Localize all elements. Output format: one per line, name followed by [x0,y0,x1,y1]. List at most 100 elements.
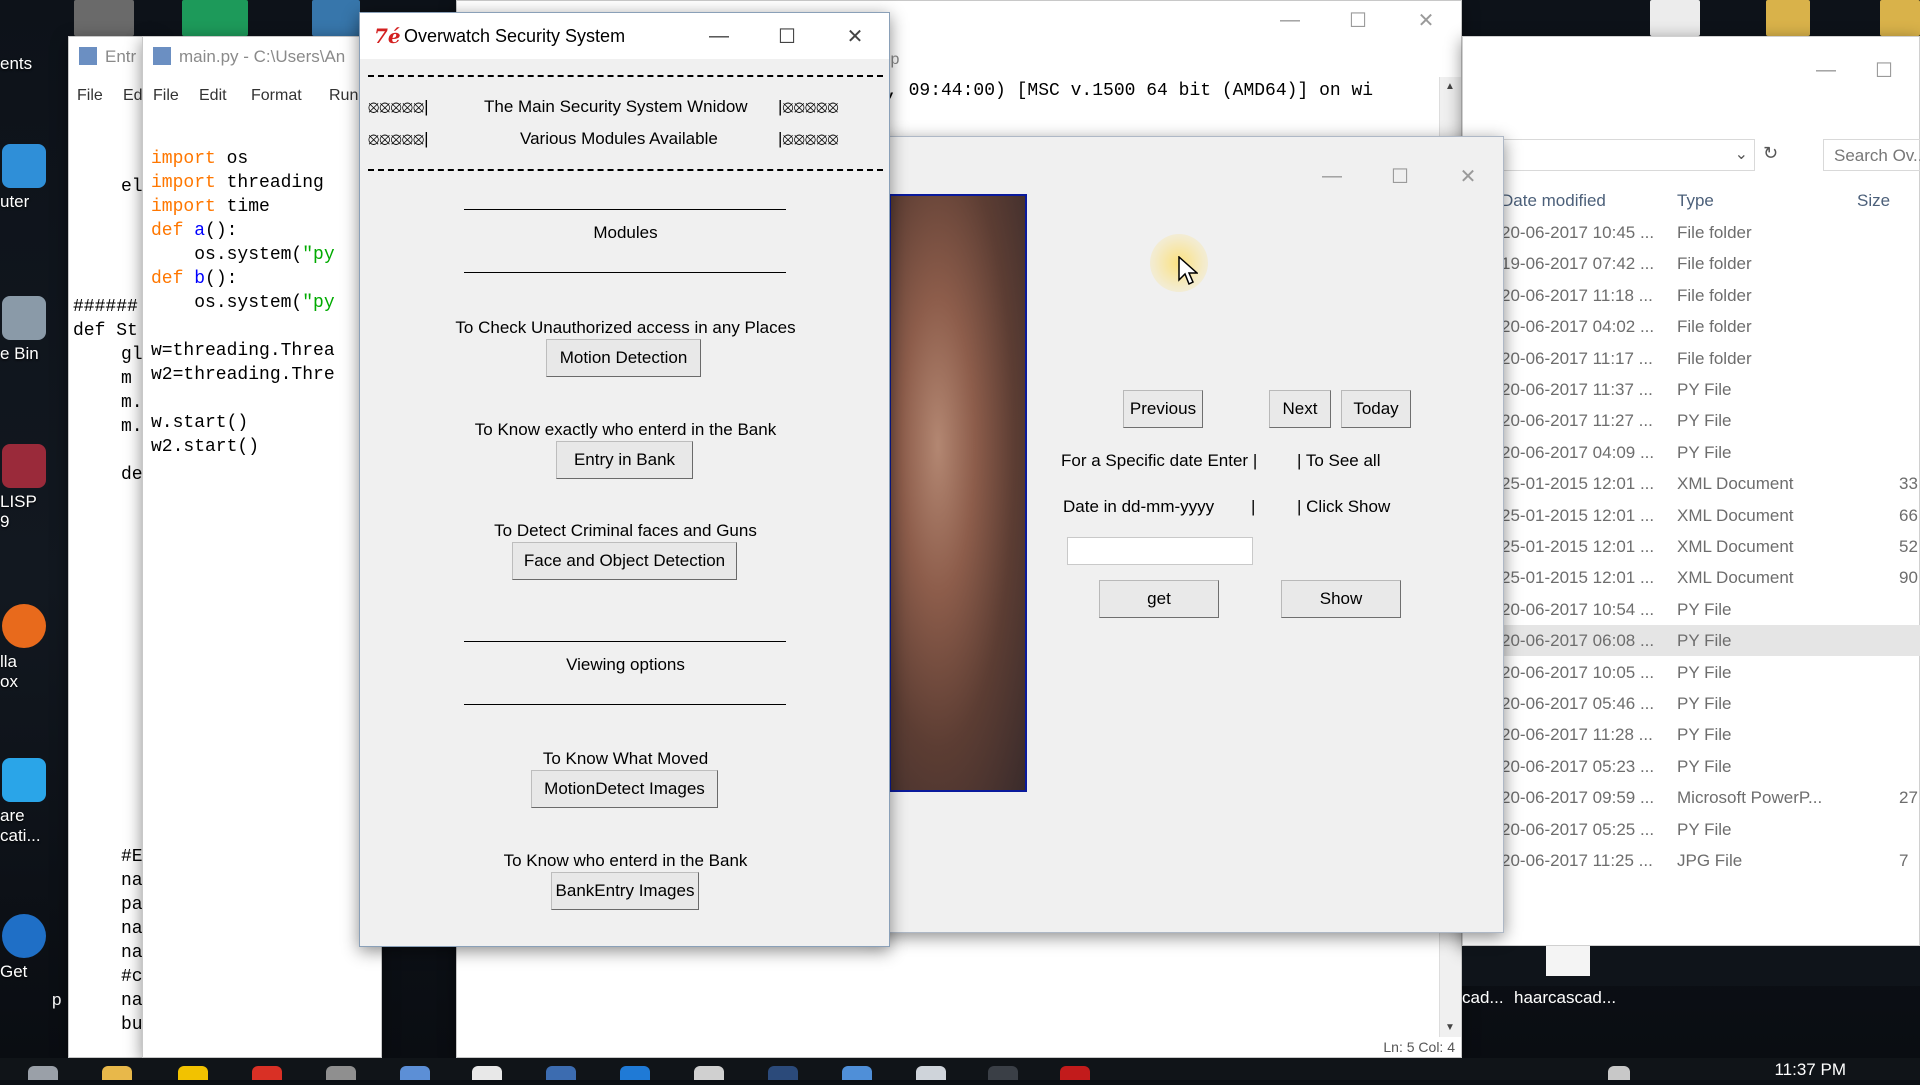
next-button[interactable]: Next [1269,390,1331,428]
file-row[interactable]: 19-06-2017 07:42 ... File folder [1501,248,1920,279]
menu-format[interactable]: Format [251,87,302,105]
file-row[interactable]: 20-06-2017 09:59 ... Microsoft PowerP... 2… [1501,782,1920,813]
taskbar-app-icon[interactable] [988,1066,1018,1080]
menu-edit[interactable]: Edit [199,87,227,105]
file-row[interactable]: 20-06-2017 05:23 ... PY File [1501,751,1920,782]
taskbar-app-icon[interactable] [620,1066,650,1080]
window-title: Overwatch Security System [404,26,626,46]
file-row[interactable]: 20-06-2017 11:17 ... File folder [1501,343,1920,374]
file-row[interactable]: 20-06-2017 11:28 ... PY File [1501,719,1920,750]
date-entry-field[interactable] [1067,537,1253,565]
entry-in-bank-button[interactable]: Entry in Bank [556,441,693,479]
desktop-icon-lisp[interactable]: LISP 9 [0,444,64,532]
menu-edit[interactable]: Ed [123,87,143,105]
scroll-up-icon[interactable]: ▲ [1445,81,1455,92]
desktop-icon-label: p [52,990,62,1009]
get-button[interactable]: get [1099,580,1219,618]
file-row[interactable]: 20-06-2017 05:25 ... PY File [1501,814,1920,845]
file-type: PY File [1677,694,1732,713]
desktop-icon-get[interactable]: Get [0,914,64,982]
title-bar[interactable]: 7é Overwatch Security System — ☐ ✕ [360,13,889,59]
taskbar-app-icon[interactable] [326,1066,356,1080]
code-area[interactable]: import os import threading import time d… [143,117,381,1057]
today-button[interactable]: Today [1341,390,1411,428]
file-row[interactable]: 20-06-2017 10:05 ... PY File [1501,657,1920,688]
file-row[interactable]: 20-06-2017 04:09 ... PY File [1501,437,1920,468]
taskbar-app-icon[interactable] [768,1066,798,1080]
file-row[interactable]: 20-06-2017 11:37 ... PY File [1501,374,1920,405]
close-icon[interactable]: ✕ [826,17,884,55]
file-date: 20-06-2017 11:18 ... [1501,285,1653,305]
file-row[interactable]: 20-06-2017 04:02 ... File folder [1501,311,1920,342]
minimize-icon[interactable]: — [1261,1,1319,39]
column-header-size[interactable]: Size [1857,191,1890,211]
file-row[interactable]: 20-06-2017 11:18 ... File folder [1501,280,1920,311]
start-icon[interactable] [28,1066,58,1080]
column-header-type[interactable]: Type [1677,191,1714,211]
minimize-icon[interactable]: — [690,17,748,55]
maximize-icon[interactable]: ☐ [1855,51,1913,89]
previous-button[interactable]: Previous [1123,390,1203,428]
menu-file[interactable]: File [77,87,103,105]
desktop-icon-software[interactable]: are cati... [0,758,64,846]
captured-image [889,194,1027,792]
taskbar-app-icon[interactable] [546,1066,576,1080]
taskbar-app-icon[interactable] [694,1066,724,1080]
file-row[interactable]: 25-01-2015 12:01 ... XML Document 33 [1501,468,1920,499]
address-bar[interactable]: ⌄ [1501,139,1755,171]
file-row[interactable]: 20-06-2017 10:45 ... File folder [1501,217,1920,248]
menu-run[interactable]: Run [329,87,358,105]
face-object-detection-button[interactable]: Face and Object Detection [512,542,737,580]
code-line: ###### [73,297,138,317]
file-row[interactable]: 20-06-2017 05:46 ... PY File [1501,688,1920,719]
file-row[interactable]: 20-06-2017 06:08 ... PY File [1501,625,1920,657]
idle-editor-window[interactable]: main.py - C:\Users\An File Edit Format R… [142,36,382,1058]
file-row[interactable]: 25-01-2015 12:01 ... XML Document 66 [1501,500,1920,531]
bankentry-images-button[interactable]: BankEntry Images [551,872,699,910]
file-row[interactable]: 20-06-2017 11:27 ... PY File [1501,405,1920,436]
desktop-icon-firefox[interactable]: lla ox [0,604,64,692]
file-row[interactable]: 25-01-2015 12:01 ... XML Document 52 [1501,531,1920,562]
desktop-icon-documents[interactable]: ents [0,50,64,74]
file-type: File folder [1677,317,1752,337]
taskbar-app-icon[interactable] [916,1066,946,1080]
motion-detection-button[interactable]: Motion Detection [546,339,701,377]
minimize-icon[interactable]: — [1797,51,1855,89]
taskbar-clock[interactable]: 11:37 PM [1774,1060,1846,1080]
file-label[interactable]: cad... [1462,988,1504,1008]
maximize-icon[interactable]: ☐ [1329,1,1387,39]
refresh-icon[interactable]: ↻ [1763,143,1778,164]
tray-icon[interactable] [1608,1066,1630,1080]
desktop-icon-computer[interactable]: uter [0,144,64,212]
maximize-icon[interactable]: ☐ [1371,157,1429,195]
search-input[interactable]: Search Ov... [1823,139,1920,171]
code-line: de [121,465,143,485]
file-label[interactable]: haarcascad... [1514,988,1616,1008]
column-header-date[interactable]: Date modified [1501,191,1606,211]
taskbar-app-icon[interactable] [178,1066,208,1080]
scroll-down-icon[interactable]: ▼ [1445,1022,1455,1033]
chrome-taskbar-icon[interactable] [252,1066,282,1080]
motiondetect-images-button[interactable]: MotionDetect Images [531,770,718,808]
file-explorer-taskbar-icon[interactable] [102,1066,132,1080]
security-main-window[interactable]: 7é Overwatch Security System — ☐ ✕ ⦻⦻⦻⦻⦻… [359,12,890,947]
desktop-icon-recycle-bin[interactable]: e Bin [0,296,64,364]
desktop-icon-label: lla [0,652,18,671]
file-row[interactable]: 20-06-2017 11:25 ... JPG File 7 [1501,845,1920,876]
minimize-icon[interactable]: — [1303,157,1361,195]
file-explorer-window[interactable]: — ☐ ⌄ ↻ Search Ov... Date modified Type … [1462,36,1920,946]
close-icon[interactable]: ✕ [1439,157,1497,195]
close-icon[interactable]: ✕ [1397,1,1455,39]
taskbar-app-icon[interactable] [1060,1066,1090,1080]
taskbar-app-icon[interactable] [472,1066,502,1080]
maximize-icon[interactable]: ☐ [758,17,816,55]
taskbar-app-icon[interactable] [842,1066,872,1080]
file-row[interactable]: 25-01-2015 12:01 ... XML Document 90 [1501,562,1920,593]
show-button[interactable]: Show [1281,580,1401,618]
file-size: 27 [1899,788,1918,808]
decorative-stars: |⦻⦻⦻⦻⦻ [778,129,839,148]
chevron-down-icon[interactable]: ⌄ [1735,144,1748,164]
taskbar-app-icon[interactable] [400,1066,430,1080]
menu-file[interactable]: File [153,87,179,105]
file-row[interactable]: 20-06-2017 10:54 ... PY File [1501,594,1920,625]
